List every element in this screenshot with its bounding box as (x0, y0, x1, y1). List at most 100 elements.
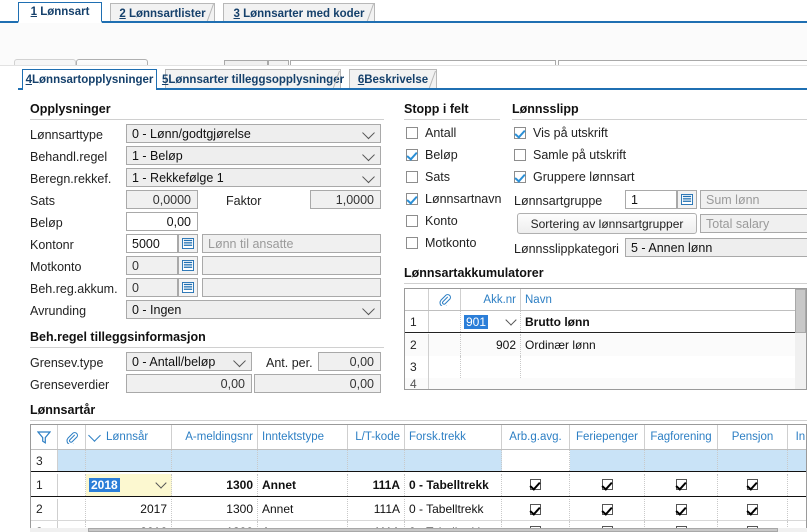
belop-input[interactable]: 0,00 (126, 212, 198, 231)
checkbox-gruppere-lonnsart[interactable]: Gruppere lønnsart (514, 170, 634, 184)
tab-beskrivelse[interactable]: 6 Beskrivelse (349, 69, 437, 90)
row-1-dropdown-icon[interactable] (155, 477, 167, 489)
tab-lonnsart[interactable]: 1 Lønnsart (18, 2, 102, 23)
filter-input-inngar[interactable] (788, 450, 806, 471)
belop-checkbox-box[interactable] (406, 149, 418, 161)
behandl-regel-select[interactable]: 1 - Beløp (126, 146, 381, 165)
tab-lonnsartlister[interactable]: 2 Lønnsartlister (110, 3, 215, 23)
tab-lonnsarter-med-koder[interactable]: 3 Lønnsarter med koder (223, 3, 375, 23)
akk-table-row[interactable]: 4 (405, 377, 806, 389)
antall-checkbox-box[interactable] (406, 127, 418, 139)
row-2-fagforening[interactable] (645, 498, 718, 520)
row-1-arbgavg[interactable] (502, 473, 570, 496)
filter-input-arbgavg[interactable] (502, 450, 570, 471)
lonnsartnavn-checkbox-box[interactable] (406, 193, 418, 205)
lonnsartar-hscrollbar[interactable] (30, 528, 807, 532)
row-2-pensjon[interactable] (718, 498, 788, 520)
akkumulatorer-scroll-thumb[interactable] (795, 289, 806, 333)
checkbox-samle-pa-utskrift[interactable]: Samle på utskrift (514, 148, 626, 162)
col-forsktrekk[interactable]: Forsk.trekk (405, 425, 502, 449)
filter-input-pensjon[interactable] (718, 450, 788, 471)
grensev-type-select[interactable]: 0 - Antall/beløp (126, 352, 252, 371)
akk-col-navn[interactable]: Navn (521, 289, 796, 310)
row-1-pensjon-checkbox[interactable] (747, 479, 758, 491)
lonnsslippkategori-select[interactable]: 5 - Annen lønn (625, 238, 807, 257)
grenseverdier-input-2[interactable]: 0,00 (254, 374, 381, 393)
filter-input-fagforening[interactable] (645, 450, 718, 471)
motkonto-lookup-button[interactable] (178, 256, 198, 275)
akk-row-2-attach[interactable] (429, 333, 461, 356)
row-1-fagforening-checkbox[interactable] (675, 479, 687, 491)
beh-reg-akkum-lookup-button[interactable] (178, 278, 198, 297)
lonnsartgruppe-input[interactable]: 1 (625, 190, 677, 209)
checkbox-belop[interactable]: Beløp (406, 148, 458, 162)
row-1-lonnsar-cell[interactable]: 2018 (86, 473, 172, 496)
checkbox-lonnsartnavn[interactable]: Lønnsartnavn (406, 192, 501, 206)
avrunding-select[interactable]: 0 - Ingen (126, 300, 381, 319)
row-1-pensjon[interactable] (718, 473, 788, 496)
konto-checkbox-box[interactable] (406, 215, 418, 227)
grenseverdier-input-1[interactable]: 0,00 (126, 374, 252, 393)
filter-input-ameldingsnr[interactable] (172, 450, 258, 471)
attach-column-header[interactable] (58, 425, 86, 449)
kontonr-input[interactable]: 5000 (126, 234, 178, 253)
row-2-inngar[interactable] (788, 499, 806, 520)
table-row[interactable]: 2 2017 1300 Annet 111A 0 - Tabelltrekk (31, 498, 806, 521)
motkonto-input[interactable]: 0 (126, 256, 178, 275)
lonnsartar-filter-row[interactable]: 3 (31, 450, 806, 472)
akk-col-attach[interactable] (429, 289, 461, 310)
beregn-rekkef-select[interactable]: 1 - Rekkefølge 1 (126, 168, 381, 187)
sort-lonnsartgrupper-button[interactable]: Sortering av lønnsartgrupper (517, 213, 697, 234)
col-inngar[interactable]: Inngår i gr (788, 425, 806, 449)
col-ltkode[interactable]: L/T-kode (348, 425, 405, 449)
row-2-attach[interactable] (58, 498, 86, 520)
akkumulatorer-grid[interactable]: Akk.nr Navn 1 901 Brutto lønn 2 902 Ordi… (404, 288, 807, 390)
checkbox-antall[interactable]: Antall (406, 126, 456, 140)
samle-pa-utskrift-checkbox-box[interactable] (514, 149, 526, 161)
filter-input-forsktrekk[interactable] (405, 450, 502, 471)
checkbox-konto[interactable]: Konto (406, 214, 458, 228)
row-1-arbgavg-checkbox[interactable] (530, 479, 541, 491)
tab-lonnsartopplysninger[interactable]: 4 Lønnsartopplysninger (22, 69, 157, 90)
checkbox-vis-pa-utskrift[interactable]: Vis på utskrift (514, 126, 608, 140)
col-pensjon[interactable]: Pensjon (718, 425, 788, 449)
filter-button[interactable] (31, 425, 58, 449)
lonnsartgruppe-lookup-button[interactable] (677, 190, 697, 209)
row-2-fagforening-checkbox[interactable] (675, 503, 687, 515)
row-1-feriepenger[interactable] (570, 473, 645, 496)
table-row[interactable]: 1 2018 1300 Annet 111A 0 - Tabelltrekk (31, 473, 806, 497)
filter-input-ltkode[interactable] (348, 450, 405, 471)
row-1-fagforening[interactable] (645, 473, 718, 496)
akk-table-row[interactable]: 2 902 Ordinær lønn (405, 333, 806, 356)
akk-row-1-akknr-cell[interactable]: 901 (461, 311, 521, 332)
akk-row-1-dropdown-icon[interactable] (505, 314, 517, 326)
row-2-arbgavg-checkbox[interactable] (530, 503, 541, 515)
col-fagforening[interactable]: Fagforening (645, 425, 718, 449)
faktor-input[interactable]: 1,0000 (310, 190, 381, 209)
akkumulatorer-scrollbar[interactable] (795, 289, 806, 389)
col-inntektstype[interactable]: Inntektstype (258, 425, 348, 449)
akk-row-1-attach[interactable] (429, 311, 461, 332)
row-2-feriepenger[interactable] (570, 498, 645, 520)
filter-input-inntektstype[interactable] (258, 450, 348, 471)
filter-input-lonnsar[interactable] (86, 450, 172, 471)
col-lonnsar[interactable]: Lønnsår (86, 425, 172, 449)
row-2-arbgavg[interactable] (502, 498, 570, 520)
row-1-attach[interactable] (58, 473, 86, 496)
akk-table-row[interactable]: 3 (405, 355, 806, 378)
filter-row-attach[interactable] (58, 450, 86, 471)
sats-checkbox-box[interactable] (406, 171, 418, 183)
col-ameldingsnr[interactable]: A-meldingsnr (172, 425, 258, 449)
beh-reg-akkum-input[interactable]: 0 (126, 278, 178, 297)
motkonto-checkbox-box[interactable] (406, 237, 418, 249)
akk-table-row[interactable]: 1 901 Brutto lønn (405, 311, 806, 333)
lonnsarttype-select[interactable]: 0 - Lønn/godtgjørelse (126, 124, 381, 143)
akk-col-akknr[interactable]: Akk.nr (461, 289, 521, 310)
lonnsartar-grid[interactable]: Lønnsår A-meldingsnr Inntektstype L/T-ko… (30, 424, 807, 531)
checkbox-motkonto[interactable]: Motkonto (406, 236, 476, 250)
row-1-inngar[interactable] (788, 474, 806, 496)
col-feriepenger[interactable]: Feriepenger (570, 425, 645, 449)
tab-tilleggsopplysninger[interactable]: 5 Lønnsarter tilleggsopplysninger (162, 69, 344, 90)
checkbox-sats[interactable]: Sats (406, 170, 450, 184)
gruppere-lonnsart-checkbox-box[interactable] (514, 171, 526, 183)
